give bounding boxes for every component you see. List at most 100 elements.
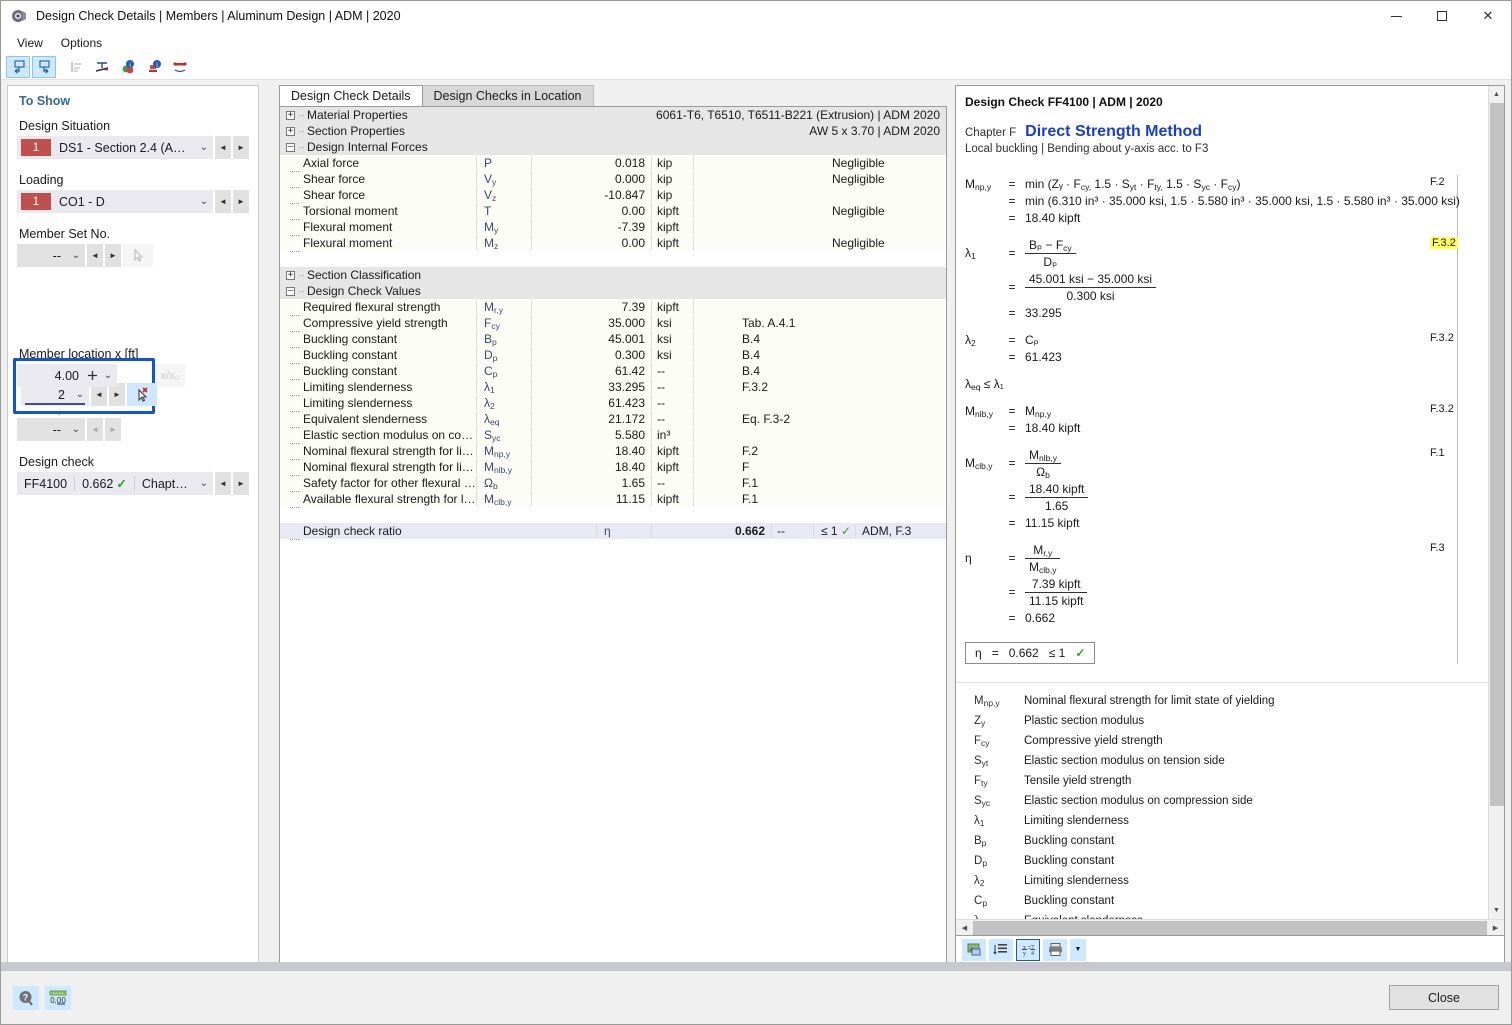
loading-next-button[interactable]: ► <box>233 190 249 213</box>
hscroll-track[interactable] <box>973 920 1487 936</box>
table-row[interactable]: Shear force Vy 0.000 kip Negligible <box>280 171 946 188</box>
member-set-pick-icon[interactable] <box>123 244 153 267</box>
diagram-icon[interactable] <box>168 56 192 78</box>
help-icon[interactable]: ? <box>13 985 39 1010</box>
formula-horizontal-scrollbar[interactable]: ◀ ▶ <box>956 919 1504 935</box>
legend-description: Buckling constant <box>1024 835 1115 847</box>
row-symbol: Ωb <box>477 476 532 491</box>
member-set-prev-button[interactable]: ◄ <box>87 244 103 267</box>
loading-combo[interactable]: 1 CO1 - D ⌄ <box>17 190 213 213</box>
table-row[interactable]: Buckling constant Dp 0.300 ksi B.4 <box>280 347 946 364</box>
design-situation-prev-button[interactable]: ◄ <box>215 136 231 159</box>
chevron-down-icon[interactable]: ⌄ <box>195 142 213 153</box>
member-location-combo[interactable]: 4.00 ⌄ <box>17 364 117 387</box>
table-row[interactable]: Flexural moment My -7.39 kipft <box>280 219 946 236</box>
table-row[interactable]: Required flexural strength Mr,y 7.39 kipft <box>280 299 946 316</box>
table-row[interactable]: Available flexural strength for limit st… <box>280 491 946 508</box>
maximize-button[interactable] <box>1419 1 1465 32</box>
design-situation-next-button[interactable]: ► <box>233 136 249 159</box>
equation-line: = 61.423 <box>965 348 1492 365</box>
table-row[interactable]: Axial force P 0.018 kip Negligible <box>280 155 946 172</box>
vscroll-track[interactable] <box>1489 103 1505 902</box>
close-window-button[interactable]: ✕ <box>1465 1 1511 32</box>
stress-point-combo[interactable]: -- ⌄ <box>17 418 85 441</box>
row-symbol: Syc <box>477 428 532 443</box>
chevron-down-icon[interactable]: ⌄ <box>67 250 85 261</box>
design-situation-combo[interactable]: 1 DS1 - Section 2.4 (ASD), 1. ⌄ <box>17 136 213 159</box>
member-set-next-button[interactable]: ► <box>105 244 121 267</box>
main-body: To Show Design Situation 1 DS1 - Section… <box>1 80 1511 1024</box>
section-icon[interactable] <box>90 56 114 78</box>
scroll-left-icon[interactable]: ◀ <box>956 920 973 936</box>
design-check-ratio-row[interactable]: Design check ratio η 0.662 -- ≤ 1 ✓ ADM, F.3 <box>280 523 946 540</box>
chevron-down-icon[interactable]: ⌄ <box>99 370 117 381</box>
table-row[interactable]: Limiting slenderness λ2 61.423 -- <box>280 395 946 412</box>
design-check-prev-button[interactable]: ◄ <box>215 472 231 495</box>
print-dropdown-caret-icon[interactable]: ▼ <box>1070 938 1086 961</box>
member-set-combo[interactable]: -- ⌄ <box>17 244 85 267</box>
expander-icon[interactable]: – <box>286 286 295 296</box>
stress-point-next-button[interactable]: ► <box>105 418 121 441</box>
expander-icon[interactable]: + <box>286 126 295 136</box>
tree-group-section-properties[interactable]: + ··· Section Properties AW 5 x 3.70 | ADM … <box>280 123 946 139</box>
expander-icon[interactable]: + <box>286 110 295 120</box>
expander-icon[interactable]: + <box>286 270 295 280</box>
member-no-pick-icon[interactable] <box>127 383 157 406</box>
details-list-icon[interactable] <box>989 938 1013 961</box>
list-view-icon[interactable] <box>64 56 88 78</box>
red-result-icon[interactable]: i <box>142 56 166 78</box>
chevron-down-icon[interactable]: ⌄ <box>67 424 85 435</box>
design-check-tree[interactable]: + ··· Material Properties 6061-T6, T6510, T… <box>279 106 947 964</box>
minimize-button[interactable] <box>1373 1 1419 32</box>
stress-point-prev-button[interactable]: ◄ <box>87 418 103 441</box>
tree-group-material-properties[interactable]: + ··· Material Properties 6061-T6, T6510, T… <box>280 107 946 123</box>
tree-group-section-classification[interactable]: + ··· Section Classification <box>280 267 946 283</box>
tree-group-design-check-values[interactable]: – ··· Design Check Values <box>280 283 946 299</box>
fraction-numerator: Bₚ − Fcy <box>1025 238 1076 254</box>
table-row[interactable]: Buckling constant Cp 61.42 -- B.4 <box>280 363 946 380</box>
green-result-icon[interactable]: i <box>116 56 140 78</box>
table-row[interactable]: Compressive yield strength Fcy 35.000 ksi Ta… <box>280 315 946 332</box>
table-row[interactable]: Shear force Vz -10.847 kip <box>280 187 946 204</box>
expander-icon[interactable]: – <box>286 142 295 152</box>
tab-design-check-details[interactable]: Design Check Details <box>279 85 423 106</box>
tree-dots: ··· <box>298 126 305 136</box>
table-row[interactable]: Buckling constant Bp 45.001 ksi B.4 <box>280 331 946 348</box>
formula-toggle-icon[interactable]: x y = 7 4 <box>1016 938 1040 961</box>
close-button[interactable]: Close <box>1389 985 1499 1010</box>
chevron-down-icon[interactable]: ⌄ <box>71 389 89 400</box>
design-check-next-button[interactable]: ► <box>233 472 249 495</box>
formula-chapter-row: Chapter F Direct Strength Method <box>965 123 1492 141</box>
equation-rhs: min (Zᵧ · Fcy, 1.5 · Syt · Fty, 1.5 · Sy… <box>1025 176 1241 192</box>
table-row[interactable]: Elastic section modulus on compression s… <box>280 427 946 444</box>
scroll-up-icon[interactable]: ▲ <box>1489 86 1505 103</box>
scroll-down-icon[interactable]: ▼ <box>1489 902 1505 919</box>
table-row[interactable]: Limiting slenderness λ1 33.295 -- F.3.2 <box>280 379 946 396</box>
print-icon[interactable] <box>1043 938 1067 961</box>
export-image-icon[interactable] <box>962 938 986 961</box>
units-icon[interactable]: 0,00 <box>45 985 71 1010</box>
tree-group-design-internal-forces[interactable]: – ··· Design Internal Forces <box>280 139 946 155</box>
vscroll-thumb[interactable] <box>1489 103 1504 807</box>
chevron-down-icon[interactable]: ⌄ <box>195 478 213 489</box>
menu-view[interactable]: View <box>8 34 52 52</box>
formula-vertical-scrollbar[interactable]: ▲ ▼ <box>1488 86 1504 919</box>
scroll-right-icon[interactable]: ▶ <box>1487 920 1504 936</box>
previous-arrow-icon[interactable] <box>6 55 30 78</box>
equation-lambda-1: λ1 = Bₚ − Fcy Dₚ = 45.001 ksi − 35.000 ksi 0.3… <box>965 236 1492 321</box>
loading-prev-button[interactable]: ◄ <box>215 190 231 213</box>
design-check-combo[interactable]: FF4100 0.662✓ Chapter F | L... ⌄ <box>17 472 213 495</box>
row-description: Axial force <box>301 156 477 170</box>
menu-options[interactable]: Options <box>52 34 111 52</box>
hscroll-thumb[interactable] <box>973 920 1487 935</box>
next-arrow-icon[interactable] <box>32 55 56 78</box>
table-row[interactable]: Equivalent slenderness λeq 21.172 -- Eq. F.3… <box>280 411 946 428</box>
table-row[interactable]: Nominal flexural strength for limit stat… <box>280 459 946 476</box>
table-row[interactable]: Torsional moment T 0.00 kipft Negligible <box>280 203 946 220</box>
table-row[interactable]: Nominal flexural strength for limit stat… <box>280 443 946 460</box>
chevron-down-icon[interactable]: ⌄ <box>195 196 213 207</box>
table-row[interactable]: Safety factor for other flexural limit s… <box>280 475 946 492</box>
relative-location-button[interactable]: x/x₀ <box>155 364 185 387</box>
table-row[interactable]: Flexural moment Mz 0.00 kipft Negligible <box>280 235 946 252</box>
tab-design-checks-in-location[interactable]: Design Checks in Location <box>421 85 594 106</box>
